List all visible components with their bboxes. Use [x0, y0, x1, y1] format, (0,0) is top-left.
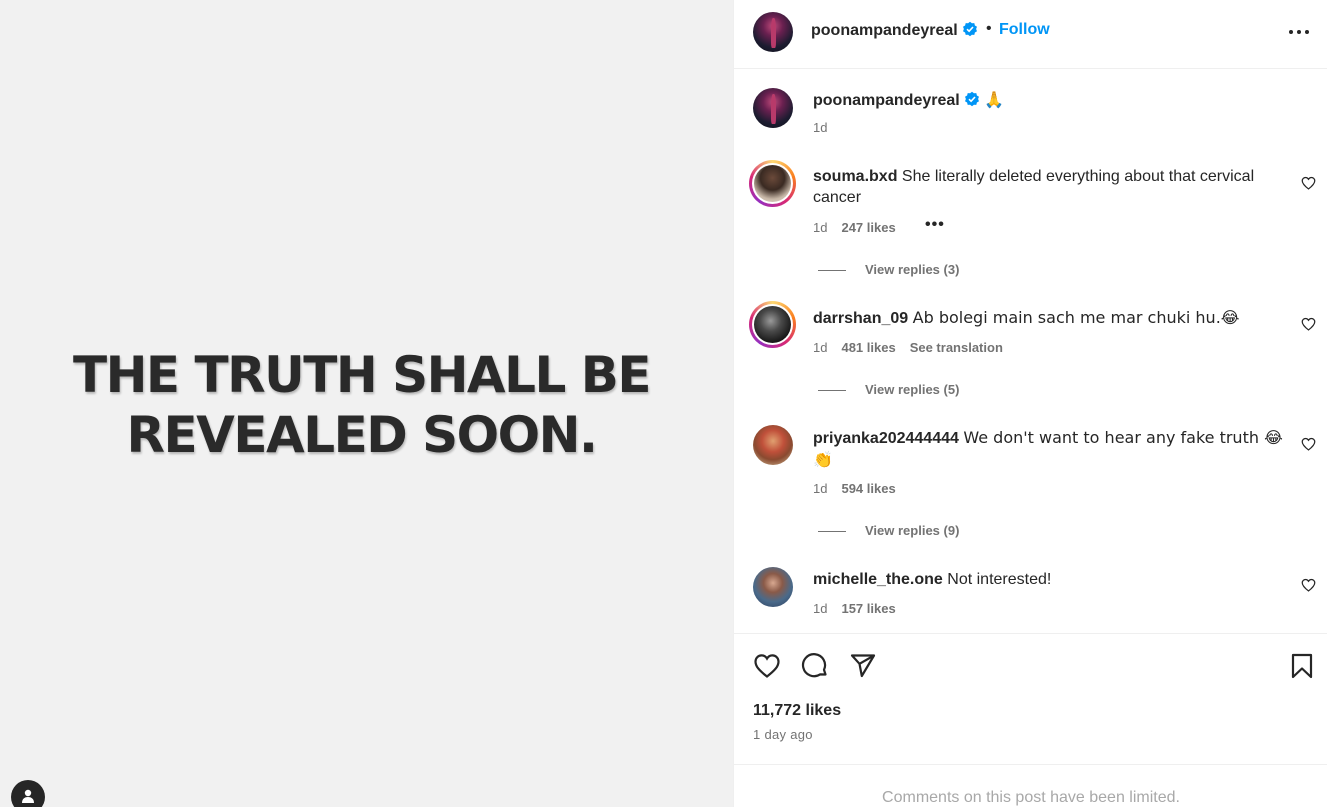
post-header: poonampandeyreal • Follow — [734, 0, 1327, 69]
verified-badge-icon — [964, 91, 979, 107]
comment-username[interactable]: darrshan_09 — [813, 310, 908, 327]
comment-likes[interactable]: 157 likes — [841, 601, 895, 616]
comment-likes[interactable]: 481 likes — [841, 340, 895, 355]
media-headline-line1: THE TRUTH SHALL BE — [72, 346, 652, 404]
comment-text: souma.bxd She literally deleted everythi… — [813, 166, 1283, 208]
media-headline-line2: REVEALED SOON. — [126, 406, 599, 464]
post-likes-count[interactable]: 11,772 likes — [753, 702, 841, 720]
caption-username[interactable]: poonampandeyreal — [813, 92, 960, 109]
header-separator: • — [986, 20, 992, 37]
comment-meta: 1d 157 likes — [813, 601, 896, 616]
comment-body: Ab bolegi main sach me mar chuki hu.😂 — [912, 308, 1240, 327]
caption-body: 🙏 — [984, 90, 1005, 109]
comment-text: darrshan_09 Ab bolegi main sach me mar c… — [813, 307, 1283, 329]
tagged-users-button[interactable] — [11, 780, 45, 807]
post-timestamp[interactable]: 1 day ago — [753, 727, 813, 742]
comments-limited-text: Comments on this post have been limited. — [882, 789, 1180, 806]
see-translation-link[interactable]: See translation — [910, 340, 1003, 355]
comment-text: priyanka202444444 We don't want to hear … — [813, 427, 1283, 471]
comment-time: 1d — [813, 601, 828, 616]
comment-text: michelle_the.one Not interested! — [813, 569, 1283, 590]
comments-list[interactable]: poonampandeyreal 🙏 1d souma.bxd She lite… — [734, 70, 1327, 633]
user-icon — [22, 789, 34, 803]
post-actions: 11,772 likes 1 day ago — [734, 633, 1327, 763]
verified-badge-icon — [962, 21, 977, 37]
comment-meta: 1d 594 likes — [813, 481, 896, 496]
share-send-icon[interactable] — [849, 652, 877, 680]
comment-avatar[interactable] — [753, 567, 793, 607]
like-heart-icon[interactable] — [753, 652, 781, 680]
comment-meta: 1d 247 likes — [813, 220, 896, 235]
view-replies-button[interactable]: View replies (9) — [818, 523, 959, 538]
owner-username-link[interactable]: poonampandeyreal — [811, 21, 978, 40]
comment-likes[interactable]: 594 likes — [841, 481, 895, 496]
caption-text: poonampandeyreal 🙏 — [813, 90, 1004, 110]
more-options-icon[interactable] — [1287, 22, 1311, 42]
view-replies-button[interactable]: View replies (5) — [818, 382, 959, 397]
save-bookmark-icon[interactable] — [1288, 652, 1316, 680]
comment-avatar[interactable] — [749, 160, 796, 207]
view-replies-button[interactable]: View replies (3) — [818, 262, 959, 277]
comment-like-heart-icon[interactable] — [1301, 578, 1316, 592]
comment-username[interactable]: souma.bxd — [813, 168, 897, 185]
post-media[interactable]: THE TRUTH SHALL BE REVEALED SOON. — [0, 0, 733, 807]
comment-username[interactable]: priyanka202444444 — [813, 430, 959, 447]
comment-bubble-icon[interactable] — [801, 652, 829, 680]
comment-time: 1d — [813, 340, 828, 355]
owner-avatar[interactable] — [753, 12, 793, 52]
media-headline: THE TRUTH SHALL BE REVEALED SOON. — [0, 345, 723, 465]
comment-likes[interactable]: 247 likes — [841, 220, 895, 235]
comment-meta: 1d 481 likes See translation — [813, 340, 1003, 355]
comment-options-icon[interactable]: ••• — [925, 216, 945, 234]
comment-time: 1d — [813, 481, 828, 496]
comment-avatar[interactable] — [753, 425, 793, 465]
comment-like-heart-icon[interactable] — [1301, 437, 1316, 451]
comments-limited-notice: Comments on this post have been limited. — [734, 764, 1327, 807]
post-details-panel: poonampandeyreal • Follow poonampandeyre… — [733, 0, 1327, 807]
comment-avatar[interactable] — [749, 301, 796, 348]
caption-avatar[interactable] — [753, 88, 793, 128]
owner-username[interactable]: poonampandeyreal — [811, 22, 958, 39]
comment-time: 1d — [813, 220, 828, 235]
comment-username[interactable]: michelle_the.one — [813, 571, 943, 588]
comment-like-heart-icon[interactable] — [1301, 317, 1316, 331]
comment-like-heart-icon[interactable] — [1301, 176, 1316, 190]
comment-body: Not interested! — [947, 571, 1052, 588]
caption-time: 1d — [813, 120, 828, 135]
follow-button[interactable]: Follow — [999, 21, 1050, 39]
